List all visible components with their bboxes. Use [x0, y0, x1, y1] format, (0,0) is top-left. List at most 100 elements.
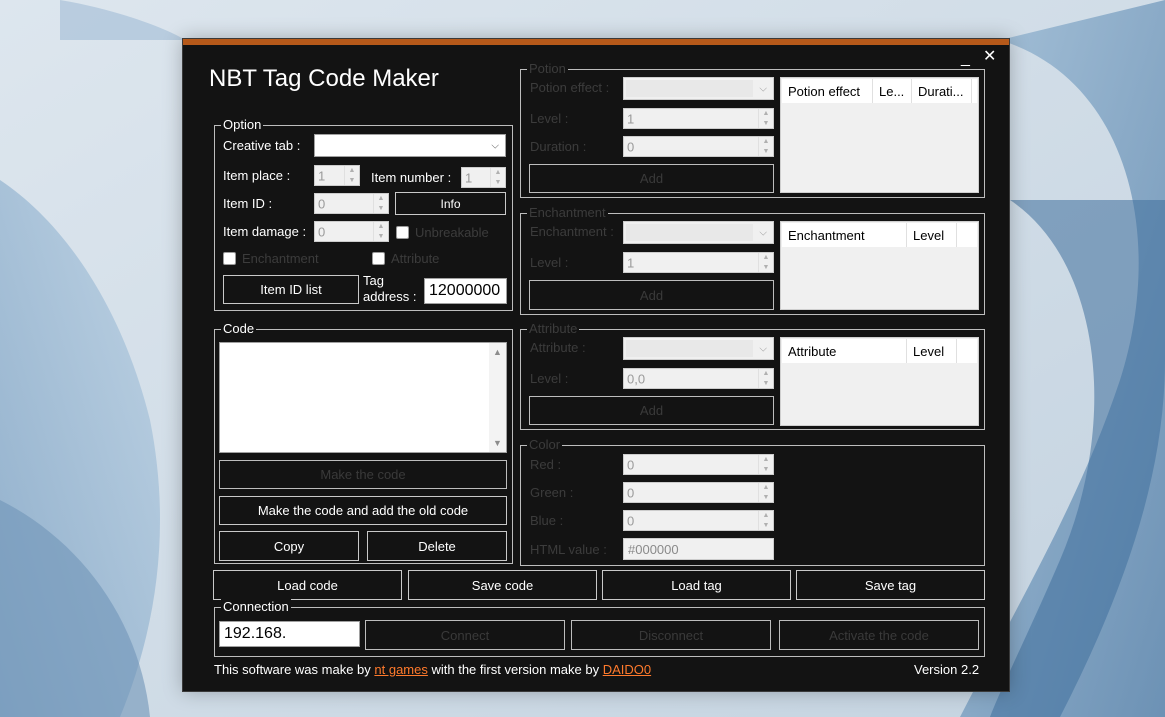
potion-table[interactable]: Potion effect Le... Durati... — [780, 77, 979, 193]
enchantment-level-spinner[interactable]: 1 ▲ ▼ — [623, 252, 774, 273]
item-id-list-button[interactable]: Item ID list — [223, 275, 359, 304]
spinner-arrows-icon: ▲ ▼ — [490, 168, 505, 187]
tag-address-label-line1: Tag — [363, 273, 384, 288]
enchantment-value-area — [626, 224, 753, 241]
potion-legend: Potion — [527, 61, 568, 77]
potion-col-level[interactable]: Le... — [873, 79, 912, 103]
html-value-input[interactable]: #000000 — [623, 538, 774, 560]
blue-spinner[interactable]: 0 ▲ ▼ — [623, 510, 774, 531]
copy-button[interactable]: Copy — [219, 531, 359, 561]
item-damage-spinner[interactable]: 0 ▲ ▼ — [314, 221, 389, 242]
daido0-link[interactable]: DAIDO0 — [603, 662, 651, 677]
item-number-value: 1 — [465, 170, 473, 185]
item-id-value: 0 — [318, 196, 326, 211]
red-label: Red : — [530, 457, 562, 472]
connect-button[interactable]: Connect — [365, 620, 565, 650]
item-number-label: Item number : — [371, 170, 452, 185]
spinner-arrows-icon: ▲ ▼ — [758, 483, 773, 502]
tag-address-label-line2: address : — [363, 289, 417, 304]
attribute-col-level[interactable]: Level — [907, 339, 957, 363]
green-spinner[interactable]: 0 ▲ ▼ — [623, 482, 774, 503]
app-title: NBT Tag Code Maker — [209, 65, 439, 92]
chevron-down-icon: ⌵ — [759, 227, 767, 238]
unbreakable-checkbox[interactable] — [396, 226, 409, 239]
html-value-label: HTML value : — [530, 542, 607, 557]
save-code-button[interactable]: Save code — [408, 570, 597, 600]
enchantment-legend: Enchantment — [527, 205, 608, 221]
spinner-arrows-icon: ▲ ▼ — [373, 194, 388, 213]
enchantment-col-level[interactable]: Level — [907, 223, 957, 247]
footer-credits: This software was make by nt games with … — [214, 662, 651, 677]
potion-effect-value-area — [626, 80, 753, 97]
info-button[interactable]: Info — [395, 192, 506, 215]
load-tag-button[interactable]: Load tag — [602, 570, 791, 600]
footer-text-1: This software was make by — [214, 662, 375, 677]
enchantment-select-label: Enchantment : — [530, 224, 614, 239]
attribute-select[interactable]: ⌵ — [623, 337, 774, 360]
window-accent-bar — [183, 39, 1009, 45]
attribute-table-header: Attribute Level — [782, 339, 977, 363]
item-place-spinner[interactable]: 1 ▲ ▼ — [314, 165, 360, 186]
make-code-and-add-old-button[interactable]: Make the code and add the old code — [219, 496, 507, 525]
disconnect-button[interactable]: Disconnect — [571, 620, 771, 650]
potion-duration-spinner[interactable]: 0 ▲ ▼ — [623, 136, 774, 157]
potion-duration-label: Duration : — [530, 139, 587, 154]
blue-label: Blue : — [530, 513, 564, 528]
ip-address-input[interactable]: 192.168. — [219, 621, 360, 647]
enchantment-select[interactable]: ⌵ — [623, 221, 774, 244]
attribute-label: Attribute — [391, 251, 440, 266]
potion-effect-label: Potion effect : — [530, 80, 610, 95]
chevron-down-icon: ⌵ — [491, 140, 499, 151]
potion-col-effect[interactable]: Potion effect — [782, 79, 873, 103]
attribute-checkbox[interactable] — [372, 252, 385, 265]
attribute-level-value: 0,0 — [627, 371, 646, 386]
make-code-button[interactable]: Make the code — [219, 460, 507, 489]
creative-tab-label: Creative tab : — [223, 138, 301, 153]
potion-effect-select[interactable]: ⌵ — [623, 77, 774, 100]
color-legend: Color — [527, 437, 563, 453]
enchantment-checkbox[interactable] — [223, 252, 236, 265]
spinner-arrows-icon: ▲ ▼ — [344, 166, 359, 185]
spinner-arrows-icon: ▲ ▼ — [758, 369, 773, 388]
enchantment-table[interactable]: Enchantment Level — [780, 221, 979, 310]
potion-add-button[interactable]: Add — [529, 164, 774, 193]
attribute-table[interactable]: Attribute Level — [780, 337, 979, 426]
attribute-add-button[interactable]: Add — [529, 396, 774, 425]
potion-col-duration[interactable]: Durati... — [912, 79, 972, 103]
potion-duration-value: 0 — [627, 139, 635, 154]
item-damage-label: Item damage : — [223, 224, 307, 239]
attribute-level-spinner[interactable]: 0,0 ▲ ▼ — [623, 368, 774, 389]
save-tag-button[interactable]: Save tag — [796, 570, 985, 600]
spinner-arrows-icon: ▲ ▼ — [758, 109, 773, 128]
load-code-button[interactable]: Load code — [213, 570, 402, 600]
nt-games-link[interactable]: nt games — [374, 662, 427, 677]
item-id-spinner[interactable]: 0 ▲ ▼ — [314, 193, 389, 214]
item-number-spinner[interactable]: 1 ▲ ▼ — [461, 167, 506, 188]
attribute-legend: Attribute — [527, 321, 580, 337]
close-button[interactable]: ✕ — [983, 49, 996, 65]
creative-tab-select[interactable]: ⌵ — [314, 134, 506, 157]
potion-level-label: Level : — [530, 111, 569, 126]
attribute-value-area — [626, 340, 753, 357]
enchantment-add-button[interactable]: Add — [529, 280, 774, 310]
enchantment-col-name[interactable]: Enchantment — [782, 223, 907, 247]
version-label: Version 2.2 — [914, 662, 980, 677]
spinner-arrows-icon: ▲ ▼ — [758, 253, 773, 272]
delete-button[interactable]: Delete — [367, 531, 507, 561]
spinner-arrows-icon: ▲ ▼ — [758, 511, 773, 530]
code-scrollbar[interactable]: ▲ ▼ — [489, 343, 506, 452]
green-value: 0 — [627, 485, 635, 500]
attribute-level-label: Level : — [530, 371, 569, 386]
enchantment-table-header: Enchantment Level — [782, 223, 977, 247]
enchantment-level-value: 1 — [627, 255, 635, 270]
attribute-col-name[interactable]: Attribute — [782, 339, 907, 363]
red-spinner[interactable]: 0 ▲ ▼ — [623, 454, 774, 475]
minimize-button[interactable]: _ — [961, 51, 970, 67]
tag-address-input[interactable]: 12000000 — [424, 278, 507, 304]
item-place-value: 1 — [318, 168, 326, 183]
blue-value: 0 — [627, 513, 635, 528]
code-textarea[interactable]: ▲ ▼ — [219, 342, 507, 453]
potion-level-spinner[interactable]: 1 ▲ ▼ — [623, 108, 774, 129]
activate-code-button[interactable]: Activate the code — [779, 620, 979, 650]
connection-legend: Connection — [221, 599, 291, 615]
